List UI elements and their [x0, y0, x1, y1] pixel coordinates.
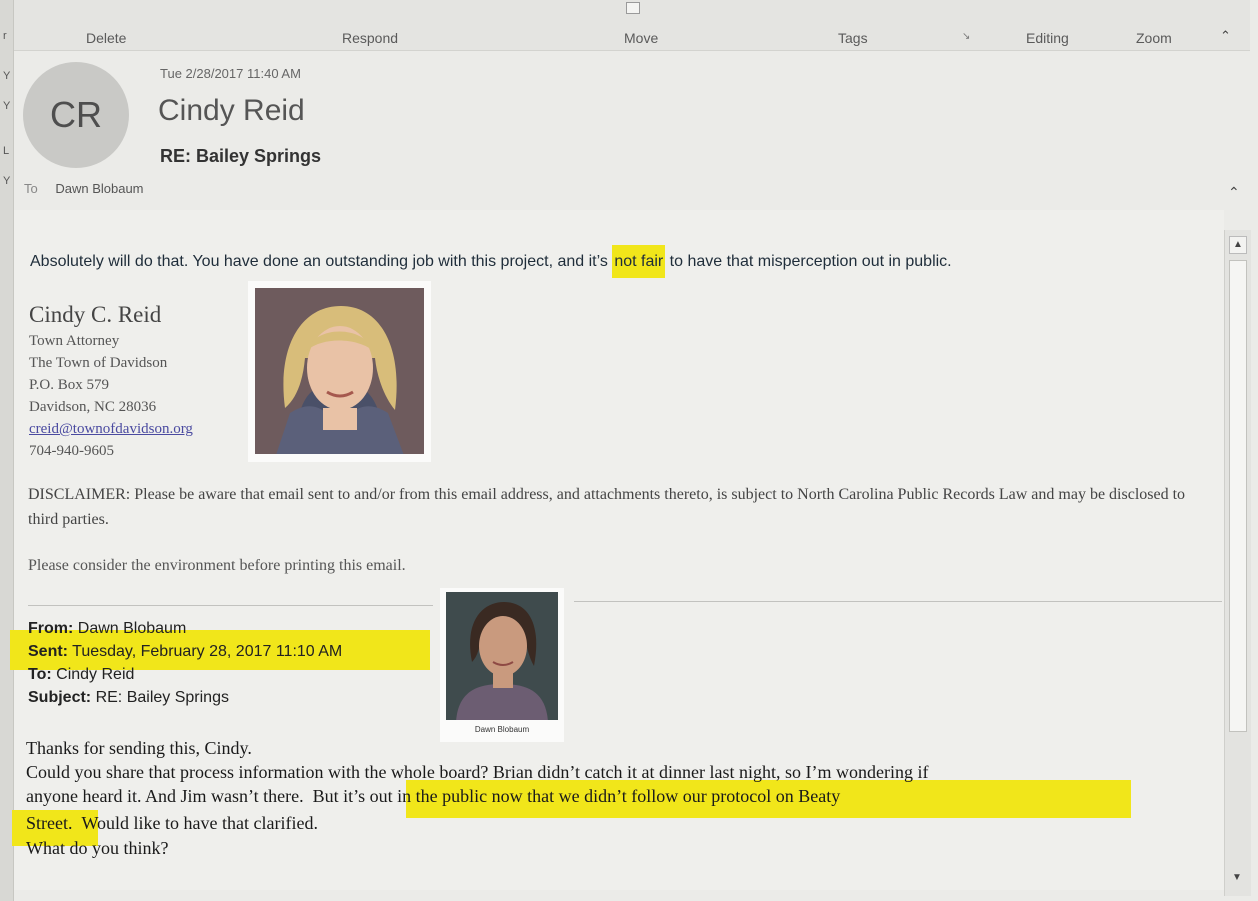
ribbon-group-move[interactable]: Move: [624, 30, 658, 46]
collapse-ribbon-icon[interactable]: ⌃: [1220, 28, 1231, 44]
edge-mark-4: L: [3, 145, 10, 157]
signature-city: Davidson, NC 28036: [29, 399, 157, 415]
message-line-3-plain: anyone heard it. And Jim wasn’t there.: [26, 786, 304, 806]
forward-subject: Subject: RE: Bailey Springs: [28, 689, 229, 707]
sender-photo: [248, 281, 431, 462]
sent-date: Tue 2/28/2017 11:40 AM: [160, 66, 301, 81]
highlighted-phrase: not fair: [612, 245, 666, 278]
forward-from-value: Dawn Blobaum: [77, 620, 187, 637]
sender-photo-image: [255, 288, 424, 454]
environment-note: Please consider the environment before p…: [28, 557, 406, 574]
edge-mark-2: Y: [3, 70, 11, 82]
signature-po-box: P.O. Box 579: [29, 377, 110, 393]
recipient-row: To Dawn Blobaum: [24, 181, 144, 196]
to-label: To: [24, 181, 38, 196]
signature-name: Cindy C. Reid: [29, 302, 162, 327]
message-line-4-plain: Would like to have that clarified.: [81, 813, 318, 833]
vertical-scrollbar[interactable]: ▲ ▼: [1224, 230, 1251, 896]
ribbon-group-editing[interactable]: Editing: [1026, 30, 1069, 46]
message-line-5: What do you think?: [26, 838, 169, 858]
forward-sent-value: Tuesday, February 28, 2017 11:10 AM: [72, 643, 343, 660]
forwarder-photo: Dawn Blobaum: [440, 588, 564, 742]
tags-dialog-launcher-icon[interactable]: ↘: [962, 31, 970, 42]
subject: RE: Bailey Springs: [160, 146, 322, 166]
separator-left: [28, 605, 433, 606]
ribbon-checkbox[interactable]: [626, 2, 640, 14]
forward-sent: Sent: Tuesday, February 28, 2017 11:10 A…: [28, 643, 342, 661]
edge-mark-3: Y: [3, 100, 11, 112]
disclaimer-text: DISCLAIMER: Please be aware that email s…: [28, 486, 1186, 528]
message-line-1: Thanks for sending this, Cindy.: [26, 738, 252, 758]
sender-name[interactable]: Cindy Reid: [158, 94, 305, 128]
signature-title: Town Attorney: [29, 333, 120, 349]
edge-mark-1: r: [3, 30, 7, 42]
ribbon-group-delete[interactable]: Delete: [86, 30, 126, 46]
separator-right: [574, 601, 1222, 602]
forward-to-value: Cindy Reid: [56, 666, 135, 683]
forward-subject-value: RE: Bailey Springs: [95, 689, 229, 706]
message-line-2: Could you share that process information…: [26, 762, 929, 782]
reply-text-after: to have that misperception out in public…: [665, 253, 952, 270]
ribbon-group-zoom[interactable]: Zoom: [1136, 30, 1172, 46]
message-line-4: Street. Would like to have that clarifie…: [26, 813, 318, 834]
ribbon-group-tags[interactable]: Tags: [838, 30, 868, 46]
edge-mark-5: Y: [3, 175, 11, 187]
reply-text-before: Absolutely will do that. You have done a…: [30, 253, 613, 270]
portrait-graphic-2: [456, 602, 548, 720]
message-line-3-highlight: But it’s out in the public now that we d…: [312, 786, 841, 806]
avatar: CR: [23, 62, 129, 168]
forward-from-label: From:: [28, 620, 74, 637]
ribbon-group-respond[interactable]: Respond: [342, 30, 398, 46]
forward-subject-label: Subject:: [28, 689, 92, 706]
signature-org: The Town of Davidson: [29, 355, 168, 371]
forwarder-photo-caption: Dawn Blobaum: [474, 725, 530, 734]
forward-from: From: Dawn Blobaum: [28, 620, 186, 638]
message-line-4-highlight: Street.: [26, 813, 73, 833]
signature-phone: 704-940-9605: [29, 443, 114, 459]
portrait-graphic: [276, 306, 404, 454]
ribbon-toolbar: Delete Respond Move Tags ↘ Editing Zoom …: [14, 0, 1250, 51]
forward-to-label: To:: [28, 666, 52, 683]
message-line-3: anyone heard it. And Jim wasn’t there. B…: [26, 786, 840, 807]
forward-sent-label: Sent:: [28, 643, 68, 660]
forwarder-photo-image: [446, 592, 558, 720]
scroll-down-icon[interactable]: ▼: [1229, 870, 1245, 886]
scroll-thumb[interactable]: [1229, 260, 1247, 732]
left-window-edge: r Y Y L Y: [0, 0, 14, 901]
forward-to: To: Cindy Reid: [28, 666, 134, 684]
scroll-up-icon[interactable]: ▲: [1229, 236, 1247, 254]
signature-email-link[interactable]: creid@townofdavidson.org: [29, 421, 193, 438]
recipient-name[interactable]: Dawn Blobaum: [55, 181, 143, 196]
collapse-header-icon[interactable]: ⌃: [1228, 184, 1240, 201]
reply-text: Absolutely will do that. You have done a…: [30, 245, 952, 278]
